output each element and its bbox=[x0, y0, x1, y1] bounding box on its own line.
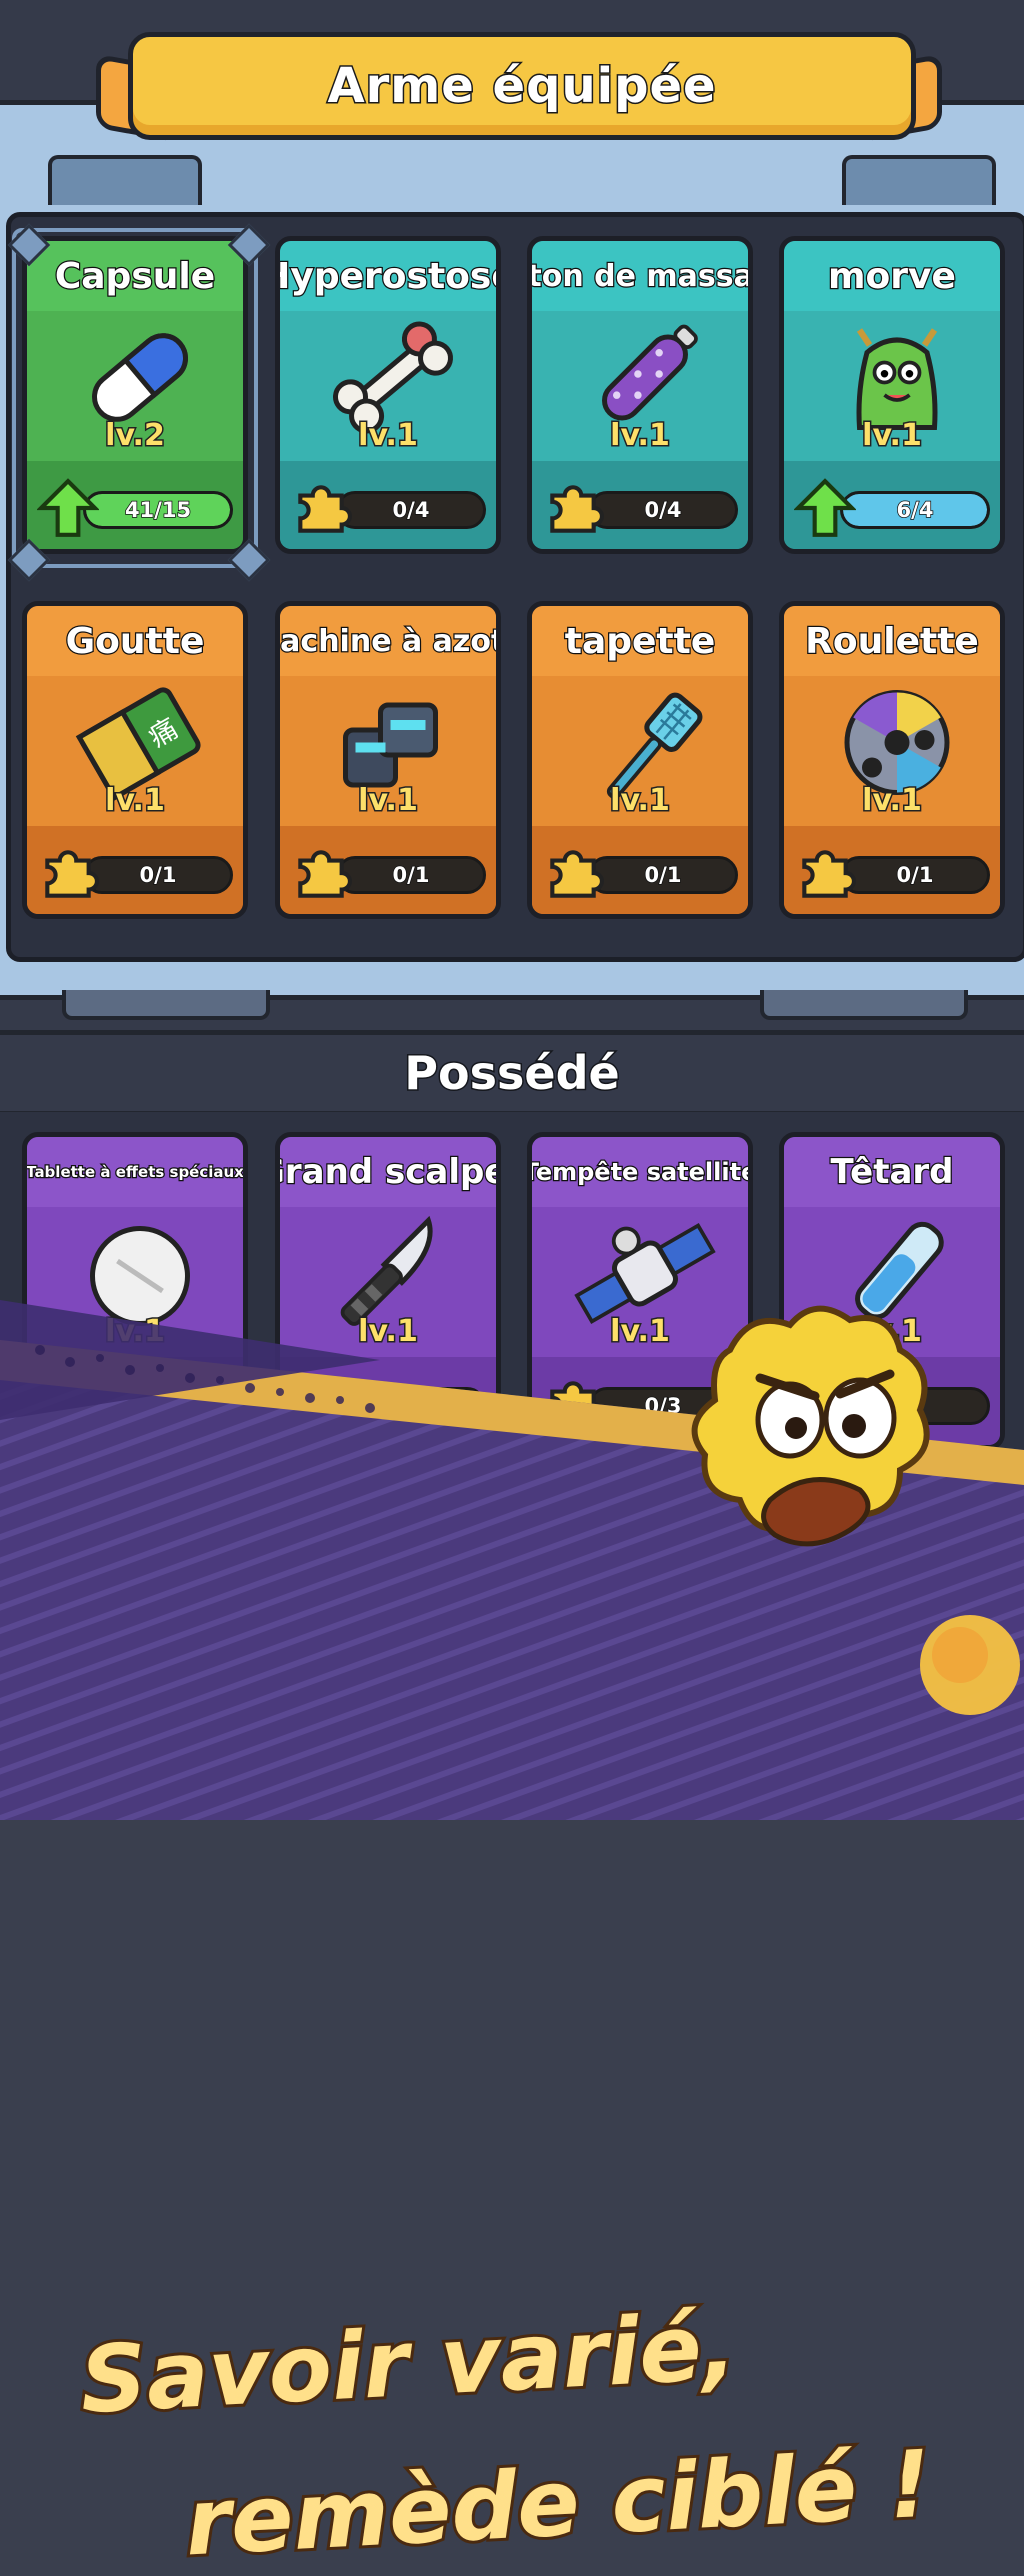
shard-progress-bar: 6/4 bbox=[840, 491, 990, 529]
shard-progress-bar: 0/1 bbox=[840, 856, 990, 894]
weapon-level: lv.1 bbox=[861, 417, 924, 455]
weapon-level: lv.2 bbox=[104, 417, 167, 455]
weapon-name: Grand scalpel bbox=[280, 1151, 496, 1194]
weapon-name: Têtard bbox=[829, 1151, 955, 1194]
card-footer: 0/4 bbox=[280, 461, 496, 549]
shard-progress-text: 6/4 bbox=[896, 497, 934, 523]
puzzle-piece-icon bbox=[550, 850, 604, 898]
weapon-name: morve bbox=[827, 254, 957, 298]
weapon-name: Bâton de massage bbox=[527, 257, 753, 295]
weapon-card[interactable]: Bâton de massage lv.1 0/4 bbox=[527, 236, 753, 554]
card-footer: 0/1 bbox=[532, 826, 748, 914]
weapon-card[interactable]: Goutte 痛 lv.1 0/1 bbox=[22, 601, 248, 919]
header-banner: Arme équipée bbox=[128, 32, 916, 140]
shard-progress-bar: 0/1 bbox=[588, 856, 738, 894]
shard-progress-bar: 0/1 bbox=[336, 856, 486, 894]
upgrade-arrow-icon bbox=[794, 478, 856, 537]
card-art: lv.1 bbox=[784, 676, 1000, 826]
cabinet-tab-left bbox=[48, 155, 202, 205]
card-header: Grand scalpel bbox=[280, 1137, 496, 1207]
card-footer: 0/1 bbox=[280, 826, 496, 914]
weapon-card[interactable]: Roulette lv.1 0/1 bbox=[779, 601, 1005, 919]
puzzle-piece-icon bbox=[550, 485, 604, 533]
weapon-name: Tablette à effets spéciaux bbox=[26, 1162, 244, 1183]
promo-line-1: Savoir varié, bbox=[75, 2290, 742, 2437]
card-header: Têtard bbox=[784, 1137, 1000, 1207]
card-header: tapette bbox=[532, 606, 748, 676]
shard-progress-text: 0/4 bbox=[392, 497, 430, 523]
cabinet-foot-right bbox=[760, 990, 968, 1020]
shard-progress-text: 0/1 bbox=[392, 862, 430, 888]
card-art: lv.1 bbox=[532, 676, 748, 826]
weapon-card[interactable]: Capsule lv.2 41/15 bbox=[22, 236, 248, 554]
puzzle-piece-icon bbox=[298, 850, 352, 898]
shard-progress-bar: 41/15 bbox=[83, 491, 233, 529]
shard-progress-bar: 0/4 bbox=[588, 491, 738, 529]
card-header: morve bbox=[784, 241, 1000, 311]
card-art: lv.1 bbox=[280, 311, 496, 461]
card-art: 痛 lv.1 bbox=[27, 676, 243, 826]
weapon-card[interactable]: Machine à azote lv.1 0/1 bbox=[275, 601, 501, 919]
card-footer: 0/1 bbox=[784, 826, 1000, 914]
promo-line-2: remède ciblé ! bbox=[180, 2428, 937, 2576]
promo-overlay: Savoir varié, remède ciblé ! bbox=[0, 1300, 1024, 2576]
weapon-level: lv.1 bbox=[861, 782, 924, 820]
card-footer: 0/1 bbox=[27, 826, 243, 914]
weapon-name: tapette bbox=[563, 619, 716, 663]
weapon-level: lv.1 bbox=[609, 417, 672, 455]
shard-progress-bar: 0/1 bbox=[83, 856, 233, 894]
puzzle-piece-icon bbox=[802, 850, 856, 898]
card-header: Tablette à effets spéciaux bbox=[27, 1137, 243, 1207]
card-art: lv.1 bbox=[532, 311, 748, 461]
shard-progress-text: 41/15 bbox=[124, 497, 192, 523]
card-header: Capsule bbox=[27, 241, 243, 311]
section-title: Possédé bbox=[403, 1045, 621, 1102]
cabinet-tab-right bbox=[842, 155, 996, 205]
weapon-card[interactable]: morve lv.1 6/4 bbox=[779, 236, 1005, 554]
page-title: Arme équipée bbox=[326, 57, 717, 116]
shard-progress-text: 0/1 bbox=[644, 862, 682, 888]
weapon-level: lv.1 bbox=[357, 782, 420, 820]
card-art: lv.1 bbox=[784, 311, 1000, 461]
weapon-name: Roulette bbox=[804, 619, 980, 663]
weapon-level: lv.1 bbox=[357, 417, 420, 455]
card-footer: 41/15 bbox=[27, 461, 243, 549]
shard-progress-text: 0/4 bbox=[644, 497, 682, 523]
cabinet-foot-left bbox=[62, 990, 270, 1020]
card-art: lv.2 bbox=[27, 311, 243, 461]
card-footer: 6/4 bbox=[784, 461, 1000, 549]
weapon-card[interactable]: tapette lv.1 0/1 bbox=[527, 601, 753, 919]
weapon-name: Capsule bbox=[54, 254, 217, 298]
upgrade-arrow-icon bbox=[37, 478, 99, 537]
shard-progress-text: 0/1 bbox=[896, 862, 934, 888]
card-header: Bâton de massage bbox=[532, 241, 748, 311]
puzzle-piece-icon bbox=[45, 850, 99, 898]
card-header: Goutte bbox=[27, 606, 243, 676]
shard-progress-text: 0/1 bbox=[139, 862, 177, 888]
weapon-level: lv.1 bbox=[609, 782, 672, 820]
promo-background bbox=[0, 1300, 1024, 1820]
shard-progress-bar: 0/4 bbox=[336, 491, 486, 529]
puzzle-piece-icon bbox=[298, 485, 352, 533]
card-footer: 0/4 bbox=[532, 461, 748, 549]
weapon-level: lv.1 bbox=[104, 782, 167, 820]
weapon-name: Machine à azote bbox=[280, 622, 496, 660]
weapon-name: Goutte bbox=[64, 619, 205, 663]
weapon-name: Hyperostose bbox=[280, 254, 496, 298]
card-art: lv.1 bbox=[280, 676, 496, 826]
owned-section-header: Possédé bbox=[0, 1030, 1024, 1116]
card-header: Machine à azote bbox=[280, 606, 496, 676]
weapon-card[interactable]: Hyperostose lv.1 0/4 bbox=[275, 236, 501, 554]
card-header: Hyperostose bbox=[280, 241, 496, 311]
card-header: Roulette bbox=[784, 606, 1000, 676]
card-header: Tempête satellite bbox=[532, 1137, 748, 1207]
weapon-name: Tempête satellite bbox=[527, 1157, 753, 1188]
